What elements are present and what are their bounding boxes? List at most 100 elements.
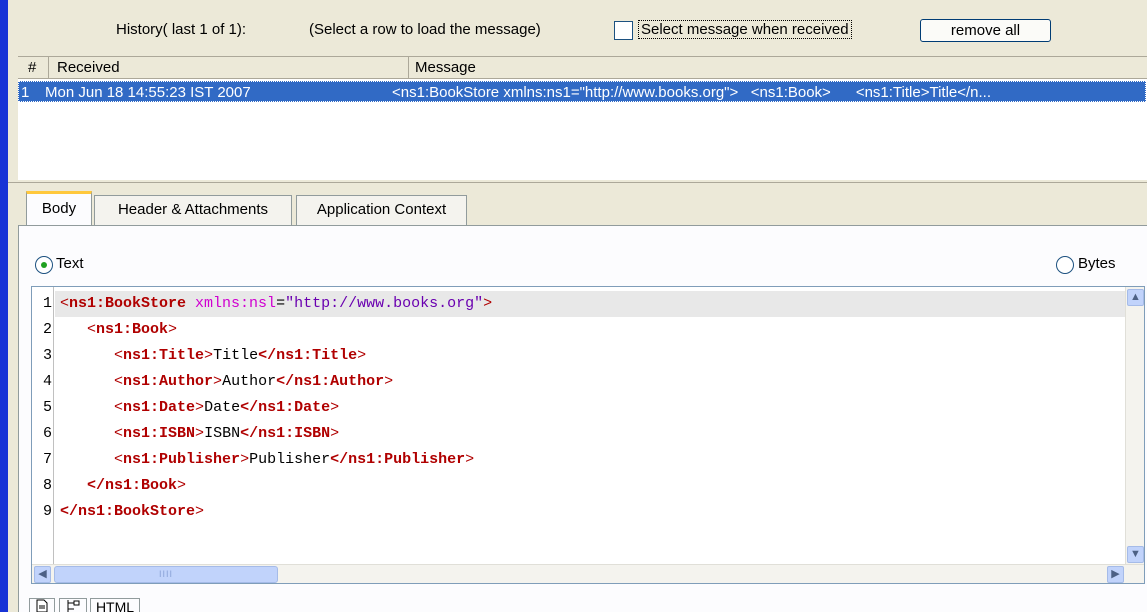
code-line: <ns1:Publisher>Publisher</ns1:Publisher> — [60, 447, 474, 473]
xml-end-tag: </ns1:Author — [276, 373, 385, 390]
vertical-scrollbar[interactable]: ▲ ▼ — [1125, 287, 1144, 565]
table-row[interactable]: 1 Mon Jun 18 14:55:23 IST 2007 <ns1:Book… — [18, 81, 1146, 102]
code-line: <ns1:Title>Title</ns1:Title> — [60, 343, 366, 369]
xml-text: Date — [204, 399, 241, 416]
line-number: 7 — [42, 451, 52, 468]
tab-header-attachments[interactable]: Header & Attachments — [94, 195, 292, 225]
column-header-message[interactable]: Message — [409, 57, 1147, 79]
xml-bracket: > — [483, 295, 493, 312]
xml-bracket: > — [195, 503, 205, 520]
line-number-gutter: 1 2 3 4 5 6 7 8 9 — [32, 287, 54, 565]
xml-attribute: xmlns:nsl — [186, 295, 277, 312]
horizontal-scroll-thumb[interactable]: IIII — [54, 566, 278, 583]
column-header-number[interactable]: # — [18, 57, 49, 79]
xml-tag-name: ns1:BookStore — [69, 295, 187, 312]
tab-body[interactable]: Body — [26, 191, 92, 227]
code-line: <ns1:Book> — [60, 317, 177, 343]
bytes-radio[interactable] — [1056, 256, 1074, 274]
body-panel: Text Bytes 123456789 <ns1:BookStore xmln… — [18, 225, 1147, 612]
xml-bracket: < — [87, 321, 97, 338]
history-count-label: History( last 1 of 1): — [116, 21, 247, 38]
xml-equals: = — [276, 295, 286, 312]
line-number: 2 — [42, 321, 52, 338]
xml-tag-name: ns1:Author — [123, 373, 214, 390]
row-message-cell: <ns1:BookStore xmlns:ns1="http://www.boo… — [392, 84, 992, 101]
column-header-received[interactable]: Received — [49, 57, 409, 79]
history-toolbar: History( last 1 of 1): (Select a row to … — [8, 0, 1147, 44]
tree-icon — [67, 600, 80, 612]
xml-bracket: > — [357, 347, 367, 364]
xml-bracket: < — [60, 295, 70, 312]
xml-editor[interactable]: 123456789 <ns1:BookStore xmlns:nsl="http… — [31, 286, 1145, 584]
xml-bracket: > — [465, 451, 475, 468]
scroll-down-icon[interactable]: ▼ — [1127, 546, 1144, 563]
xml-bracket: > — [204, 347, 214, 364]
line-number: 1 — [42, 295, 52, 312]
xml-end-tag: </ns1:Date — [240, 399, 331, 416]
xml-bracket: > — [384, 373, 394, 390]
xml-tag-name: ns1:Book — [96, 321, 169, 338]
xml-tag-name: ns1:ISBN — [123, 425, 196, 442]
scroll-left-icon[interactable]: ◀ — [34, 566, 51, 583]
xml-bracket: < — [114, 373, 124, 390]
code-line: <ns1:BookStore xmlns:nsl="http://www.boo… — [60, 291, 492, 317]
window-edge-stripe — [0, 0, 8, 612]
xml-bracket: > — [213, 373, 223, 390]
xml-bracket: < — [114, 425, 124, 442]
line-number: 8 — [42, 477, 52, 494]
code-line: </ns1:Book> — [60, 473, 186, 499]
xml-end-tag: </ns1:ISBN — [240, 425, 331, 442]
row-number-cell: 1 — [21, 84, 30, 101]
xml-bracket: < — [114, 347, 124, 364]
line-number: 9 — [42, 503, 52, 520]
text-radio-label[interactable]: Text — [56, 255, 84, 272]
xml-bracket: > — [168, 321, 178, 338]
text-radio[interactable] — [35, 256, 53, 274]
xml-bracket: > — [177, 477, 187, 494]
code-line: <ns1:ISBN>ISBN</ns1:ISBN> — [60, 421, 339, 447]
code-line: <ns1:Author>Author</ns1:Author> — [60, 369, 393, 395]
xml-end-tag: </ns1:Publisher — [330, 451, 466, 468]
message-tabs: Body Header & Attachments Application Co… — [8, 182, 1147, 227]
horizontal-scrollbar[interactable]: ◀ IIII ▶ — [32, 564, 1144, 583]
row-received-cell: Mon Jun 18 14:55:23 IST 2007 — [45, 84, 251, 101]
remove-all-button[interactable]: remove all — [920, 19, 1051, 42]
bytes-radio-label[interactable]: Bytes — [1078, 255, 1116, 272]
xml-bracket: > — [195, 399, 205, 416]
history-table: # Received Message 1 Mon Jun 18 14:55:23… — [18, 56, 1147, 180]
xml-text: Author — [222, 373, 277, 390]
code-line: </ns1:BookStore> — [60, 499, 204, 525]
html-view-tab[interactable]: HTML — [90, 598, 140, 612]
document-view-tab[interactable] — [29, 598, 55, 612]
xml-text: ISBN — [204, 425, 241, 442]
line-number: 3 — [42, 347, 52, 364]
xml-bracket: > — [330, 399, 340, 416]
document-icon — [36, 599, 48, 612]
xml-tag-name: ns1:Date — [123, 399, 196, 416]
xml-bracket: > — [195, 425, 205, 442]
select-when-received-label[interactable]: Select message when received — [638, 20, 852, 39]
xml-text: Publisher — [249, 451, 331, 468]
xml-bracket: > — [240, 451, 250, 468]
scroll-up-icon[interactable]: ▲ — [1127, 289, 1144, 306]
tree-view-tab[interactable] — [59, 598, 87, 612]
tab-application-context[interactable]: Application Context — [296, 195, 467, 225]
scroll-right-icon[interactable]: ▶ — [1107, 566, 1124, 583]
xml-attribute-value: "http://www.books.org" — [285, 295, 484, 312]
code-line: <ns1:Date>Date</ns1:Date> — [60, 395, 339, 421]
select-when-received-checkbox[interactable] — [614, 21, 633, 40]
xml-tag-name: ns1:Title — [123, 347, 205, 364]
line-number: 4 — [42, 373, 52, 390]
xml-end-tag: </ns1:Book — [87, 477, 178, 494]
line-number: 6 — [42, 425, 52, 442]
xml-end-tag: </ns1:Title — [258, 347, 358, 364]
radio-selected-dot — [41, 262, 47, 268]
xml-bracket: > — [330, 425, 340, 442]
